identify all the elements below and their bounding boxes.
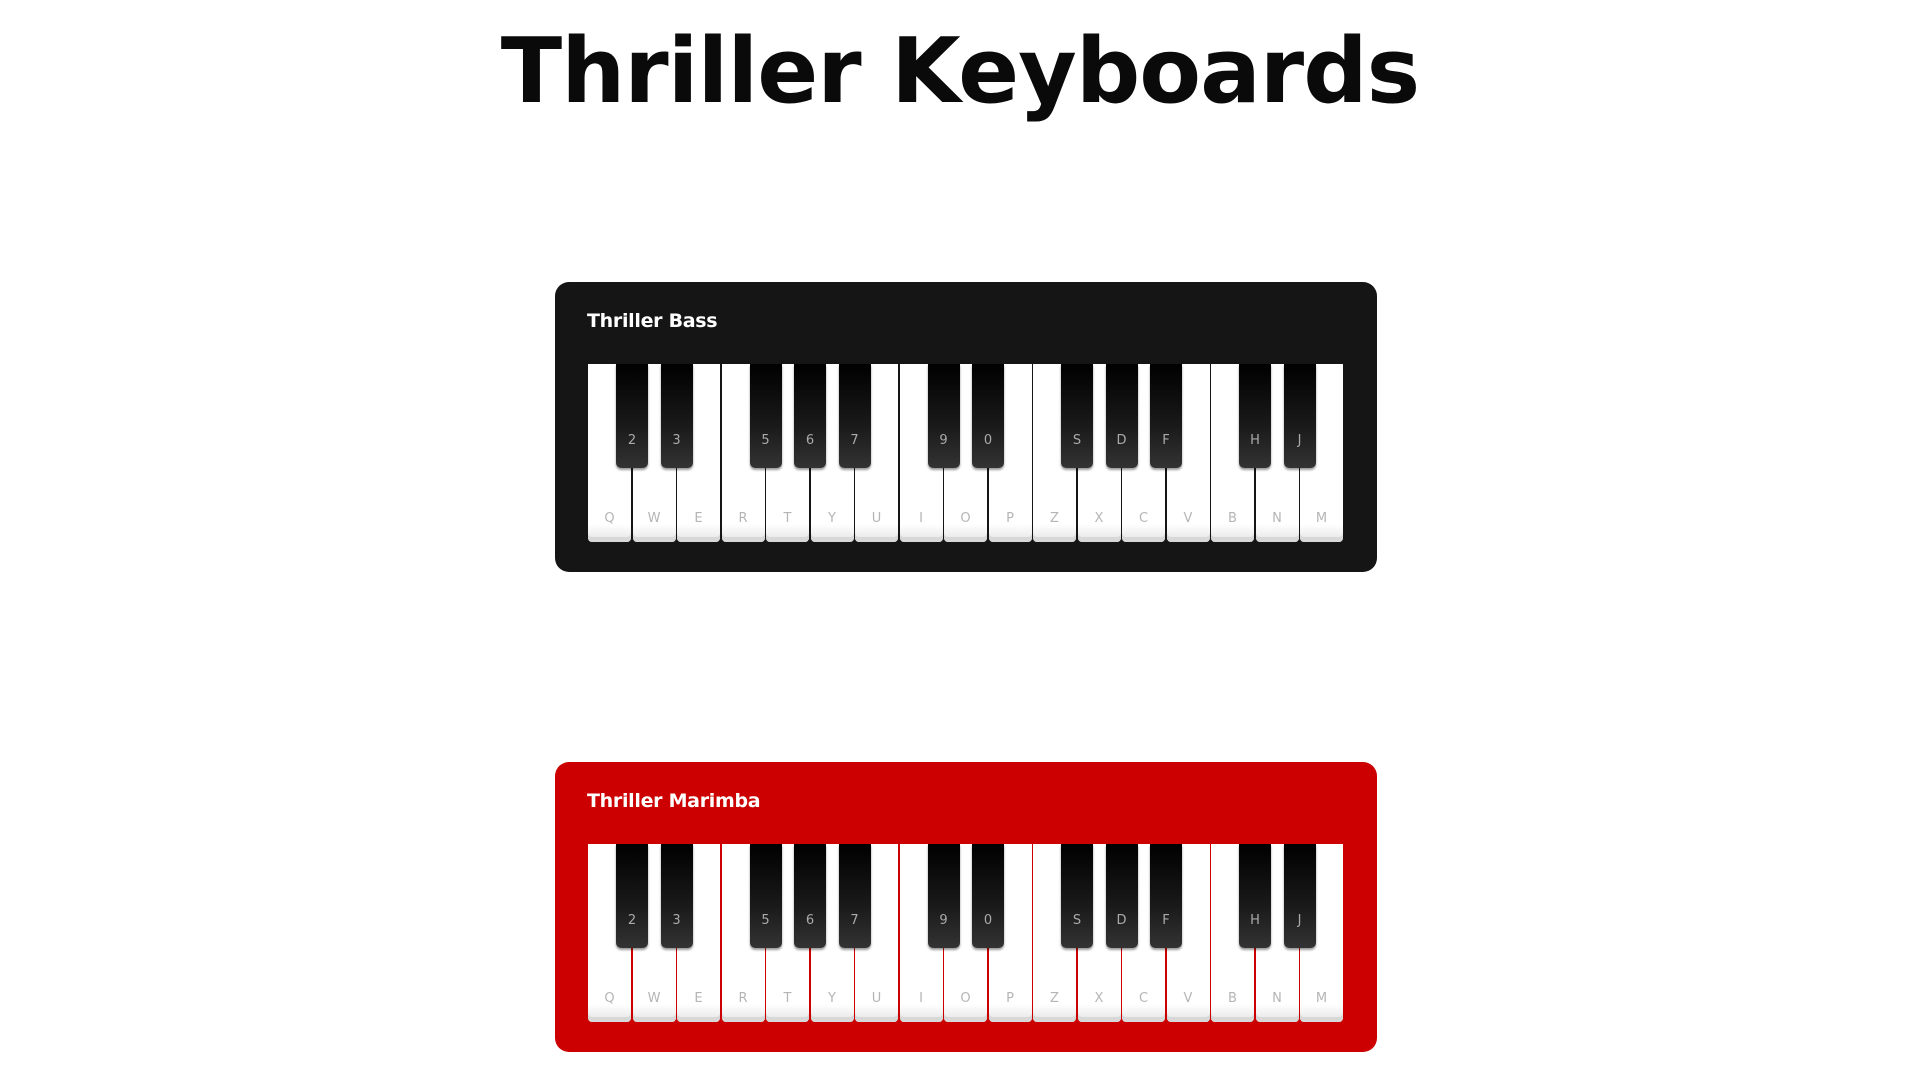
key-label: B xyxy=(1228,511,1237,526)
key-label: 6 xyxy=(805,913,815,928)
black-key[interactable]: 0 xyxy=(972,844,1004,948)
keyboard-panel-bass: Thriller Bass Q W E R T Y U I O P Z X C V B N M 2 3 5 6 7 9 0 S D… xyxy=(555,282,1377,572)
key-label: 0 xyxy=(983,433,993,448)
key-label: D xyxy=(1116,913,1127,928)
key-label: O xyxy=(960,511,971,526)
black-key[interactable]: 6 xyxy=(794,364,826,468)
keyboard-panel-marimba: Thriller Marimba Q W E R T Y U I O P Z X C V B N M 2 3 5 6 7 9… xyxy=(555,762,1377,1052)
key-label: D xyxy=(1116,433,1127,448)
key-label: F xyxy=(1162,433,1170,448)
black-key[interactable]: S xyxy=(1061,844,1093,948)
black-key[interactable]: F xyxy=(1150,844,1182,948)
black-key[interactable]: S xyxy=(1061,364,1093,468)
key-label: X xyxy=(1094,991,1104,1006)
black-key[interactable]: J xyxy=(1283,364,1316,468)
key-label: E xyxy=(694,991,703,1006)
key-label: 0 xyxy=(983,913,993,928)
black-key[interactable]: D xyxy=(1105,844,1138,948)
keyboard-title: Thriller Marimba xyxy=(587,790,761,812)
key-label: 6 xyxy=(805,433,815,448)
key-label: U xyxy=(871,991,882,1006)
key-label: N xyxy=(1272,991,1282,1006)
black-key[interactable]: H xyxy=(1239,844,1271,948)
key-label: H xyxy=(1250,433,1260,448)
key-label: 2 xyxy=(627,913,637,928)
key-label: 7 xyxy=(850,913,859,928)
key-label: V xyxy=(1183,511,1193,526)
black-key[interactable]: 5 xyxy=(749,844,782,948)
key-label: C xyxy=(1138,991,1149,1006)
black-key[interactable]: 9 xyxy=(927,364,960,468)
key-label: Z xyxy=(1050,991,1059,1006)
key-label: S xyxy=(1072,433,1082,448)
key-label: 7 xyxy=(850,433,859,448)
key-label: X xyxy=(1094,511,1104,526)
black-key[interactable]: D xyxy=(1105,364,1138,468)
key-label: U xyxy=(871,511,882,526)
key-label: R xyxy=(738,511,748,526)
key-label: S xyxy=(1072,913,1082,928)
key-label: N xyxy=(1272,511,1282,526)
key-label: W xyxy=(647,511,661,526)
key-label: H xyxy=(1250,913,1260,928)
key-label: M xyxy=(1315,511,1328,526)
key-label: 5 xyxy=(761,913,770,928)
key-label: O xyxy=(960,991,971,1006)
key-label: Y xyxy=(828,991,836,1006)
black-key[interactable]: 7 xyxy=(838,364,871,468)
black-key[interactable]: H xyxy=(1239,364,1271,468)
key-label: R xyxy=(738,991,748,1006)
black-key[interactable]: 3 xyxy=(660,844,693,948)
key-label: I xyxy=(919,511,923,526)
key-label: 3 xyxy=(672,433,681,448)
black-key[interactable]: 9 xyxy=(927,844,960,948)
key-label: W xyxy=(647,991,661,1006)
key-label: Q xyxy=(604,511,615,526)
key-label: P xyxy=(1006,511,1014,526)
key-label: P xyxy=(1006,991,1014,1006)
key-label: Q xyxy=(604,991,615,1006)
key-label: B xyxy=(1228,991,1237,1006)
key-label: T xyxy=(783,511,792,526)
key-label: 3 xyxy=(672,913,681,928)
black-key[interactable]: 5 xyxy=(749,364,782,468)
page-title: Thriller Keyboards xyxy=(500,19,1420,124)
key-label: Y xyxy=(828,511,836,526)
key-label: T xyxy=(783,991,792,1006)
key-label: I xyxy=(919,991,923,1006)
key-label: M xyxy=(1315,991,1328,1006)
black-key[interactable]: F xyxy=(1150,364,1182,468)
key-label: 9 xyxy=(939,913,948,928)
black-key[interactable]: 6 xyxy=(794,844,826,948)
black-key[interactable]: 7 xyxy=(838,844,871,948)
key-label: C xyxy=(1138,511,1149,526)
piano-keys: Q W E R T Y U I O P Z X C V B N M 2 3 5 6 7 9 0 S D F H J xyxy=(588,364,1345,542)
black-key[interactable]: 3 xyxy=(660,364,693,468)
black-key[interactable]: J xyxy=(1283,844,1316,948)
black-key[interactable]: 0 xyxy=(972,364,1004,468)
black-key[interactable]: 2 xyxy=(616,364,648,468)
key-label: V xyxy=(1183,991,1193,1006)
black-key[interactable]: 2 xyxy=(616,844,648,948)
key-label: F xyxy=(1162,913,1170,928)
piano-keys: Q W E R T Y U I O P Z X C V B N M 2 3 5 6 7 9 0 S D F H J xyxy=(588,844,1345,1022)
key-label: 2 xyxy=(627,433,637,448)
key-label: J xyxy=(1297,913,1302,928)
key-label: E xyxy=(694,511,703,526)
keyboard-title: Thriller Bass xyxy=(587,310,718,332)
key-label: J xyxy=(1297,433,1302,448)
key-label: 9 xyxy=(939,433,948,448)
key-label: 5 xyxy=(761,433,770,448)
key-label: Z xyxy=(1050,511,1059,526)
